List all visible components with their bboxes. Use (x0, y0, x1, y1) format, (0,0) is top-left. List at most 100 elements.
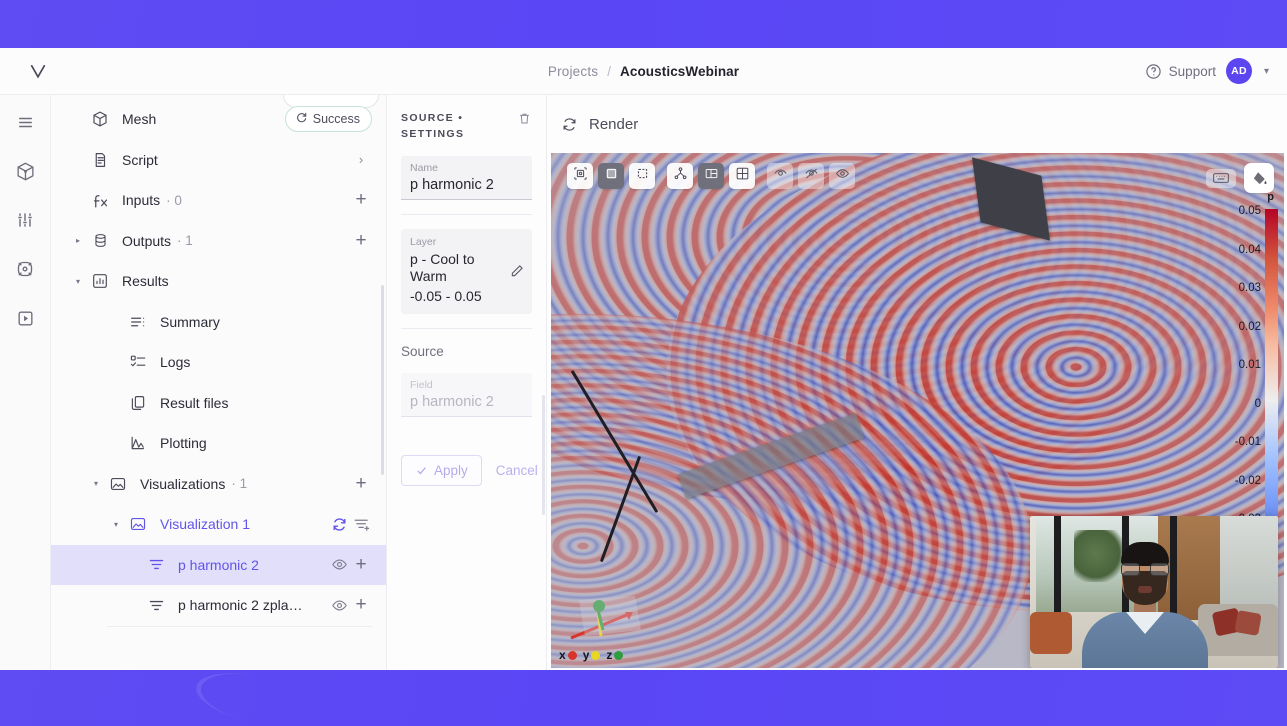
expand-toggle-icon[interactable]: ▾ (69, 277, 87, 286)
layer-field[interactable]: Layer p - Cool to Warm -0.05 - 0.05 (401, 229, 532, 314)
refresh-visualization-icon[interactable] (328, 516, 350, 533)
cancel-button[interactable]: Cancel (496, 463, 538, 478)
show-edges-button[interactable] (767, 163, 793, 189)
tree-item-label: Visualizations (140, 475, 226, 492)
name-field-value[interactable]: p harmonic 2 (410, 177, 524, 193)
color-legend-tick: -0.01 (1234, 436, 1261, 448)
name-field[interactable]: Name p harmonic 2 (401, 156, 532, 200)
field-field[interactable]: Field p harmonic 2 (401, 373, 532, 417)
cube-icon (87, 110, 113, 128)
geometry-icon[interactable] (10, 156, 40, 186)
axis-label-z: z (606, 648, 624, 662)
expand-toggle-icon[interactable]: ▾ (87, 479, 105, 488)
simulation-icon[interactable] (10, 205, 40, 235)
run-icon[interactable] (10, 303, 40, 333)
breadcrumb-projects-link[interactable]: Projects (548, 64, 598, 79)
tree-item-result-files[interactable]: Result files (51, 383, 386, 424)
tree-item-inputs[interactable]: Inputs · 0 + (51, 180, 386, 221)
tree-item-plotting[interactable]: Plotting (51, 423, 386, 464)
color-legend-tick: 0 (1254, 397, 1261, 410)
brand-swoosh (191, 664, 319, 726)
tree-item-script[interactable]: Script › (51, 140, 386, 181)
apply-label: Apply (434, 463, 468, 478)
webcam-presenter-glasses (1121, 563, 1169, 576)
mesh-icon[interactable] (10, 254, 40, 284)
chevron-down-icon[interactable]: ▾ (1264, 66, 1269, 77)
tree-scrollbar[interactable] (381, 285, 384, 475)
tree-item-logs[interactable]: Logs (51, 342, 386, 383)
tree-item-label: Results (122, 273, 169, 290)
render-viewport[interactable]: p 0.050.040.030.020.010-0.01-0.02-0.03-0… (551, 153, 1284, 668)
add-button[interactable]: + (350, 473, 372, 495)
source-section-label: Source (401, 344, 444, 359)
add-button[interactable]: + (350, 554, 372, 576)
tree-rows: Mesh Success Script › Inputs · 0 + ▸ Outputs · 1 +… (51, 99, 386, 627)
surface-button[interactable] (598, 163, 624, 189)
color-legend-tick: 0.02 (1238, 320, 1261, 333)
tree-item-outputs[interactable]: ▸ Outputs · 1 + (51, 221, 386, 262)
visibility-toggle-icon[interactable] (328, 597, 350, 614)
webcam-tree (1074, 530, 1128, 582)
menu-icon[interactable] (10, 107, 40, 137)
support-label: Support (1168, 63, 1216, 79)
hide-edges-button[interactable] (798, 163, 824, 189)
settings-scrollbar[interactable] (542, 395, 545, 515)
tree-item-label: Script (122, 151, 158, 168)
background-color-button[interactable] (1244, 163, 1274, 193)
fit-to-view-button[interactable] (567, 163, 593, 189)
check-icon (417, 467, 426, 475)
grid-view-button[interactable] (729, 163, 755, 189)
eye-icon (835, 166, 850, 186)
tree-item-p-harmonic-2[interactable]: p harmonic 2 + (51, 544, 386, 585)
points-button[interactable] (667, 163, 693, 189)
status-badge[interactable]: Success (284, 106, 372, 133)
tree-item-visualizations[interactable]: ▾ Visualizations · 1 + (51, 464, 386, 505)
axes-gizmo[interactable]: x y z (557, 590, 657, 662)
add-filter-icon[interactable] (350, 516, 372, 533)
add-button[interactable]: + (350, 594, 372, 616)
apply-button[interactable]: Apply (401, 455, 482, 486)
visibility-toggle-icon[interactable] (328, 556, 350, 573)
project-tree-panel[interactable]: Mesh Success Script › Inputs · 0 + ▸ Outputs · 1 +… (51, 95, 387, 670)
tree-item-label: p harmonic 2 zpla… (178, 597, 303, 614)
node-tree-icon (673, 166, 688, 186)
viewport-toolbar-right (1206, 163, 1274, 193)
eye-shape-b-icon (804, 166, 819, 186)
keyboard-shortcuts-button[interactable] (1206, 168, 1236, 188)
tree-item-mesh[interactable]: Mesh Success (51, 99, 386, 140)
top-brand-band (0, 0, 1287, 48)
open-script-chevron-icon[interactable]: › (350, 152, 372, 167)
breadcrumb-current-project[interactable]: AcousticsWebinar (620, 64, 739, 79)
render-panel: Render p 0.05 0.04 0.03 0.02 0.01 0 -0.0… (547, 95, 1287, 670)
axes-gizmo-labels: x y z (559, 648, 624, 662)
visibility-button[interactable] (829, 163, 855, 189)
expand-toggle-icon[interactable]: ▾ (107, 520, 125, 529)
tree-item-summary[interactable]: Summary (51, 302, 386, 343)
refresh-icon[interactable] (561, 116, 578, 133)
presenter-webcam-overlay[interactable] (1030, 516, 1278, 668)
tree-item-p-harmonic-2-zplane[interactable]: p harmonic 2 zpla… + (51, 585, 386, 626)
split-view-button[interactable] (698, 163, 724, 189)
delete-source-button[interactable] (517, 111, 532, 131)
hamburger-icon (18, 117, 32, 127)
expand-toggle-icon[interactable]: ▸ (69, 236, 87, 245)
database-icon (87, 232, 113, 249)
support-button[interactable]: Support (1145, 63, 1216, 80)
avatar[interactable]: AD (1225, 58, 1252, 84)
add-button[interactable]: + (350, 230, 372, 252)
tree-item-visualization-1[interactable]: ▾ Visualization 1 (51, 504, 386, 545)
add-button[interactable]: + (350, 189, 372, 211)
split-panels-icon (704, 166, 719, 186)
render-header: Render (547, 95, 1287, 153)
app-logo[interactable] (0, 61, 76, 81)
axis-color-dot (591, 650, 601, 660)
edit-layer-button[interactable] (509, 263, 525, 284)
status-badge-label: Success (312, 112, 360, 127)
tree-item-label: Summary (160, 313, 220, 330)
trash-icon (520, 113, 529, 124)
tree-item-label: Mesh (122, 111, 157, 128)
tree-item-results[interactable]: ▾ Results (51, 261, 386, 302)
layer-field-range: -0.05 - 0.05 (410, 288, 482, 304)
wireframe-button[interactable] (629, 163, 655, 189)
layer-field-value: p - Cool to Warm (410, 251, 475, 284)
